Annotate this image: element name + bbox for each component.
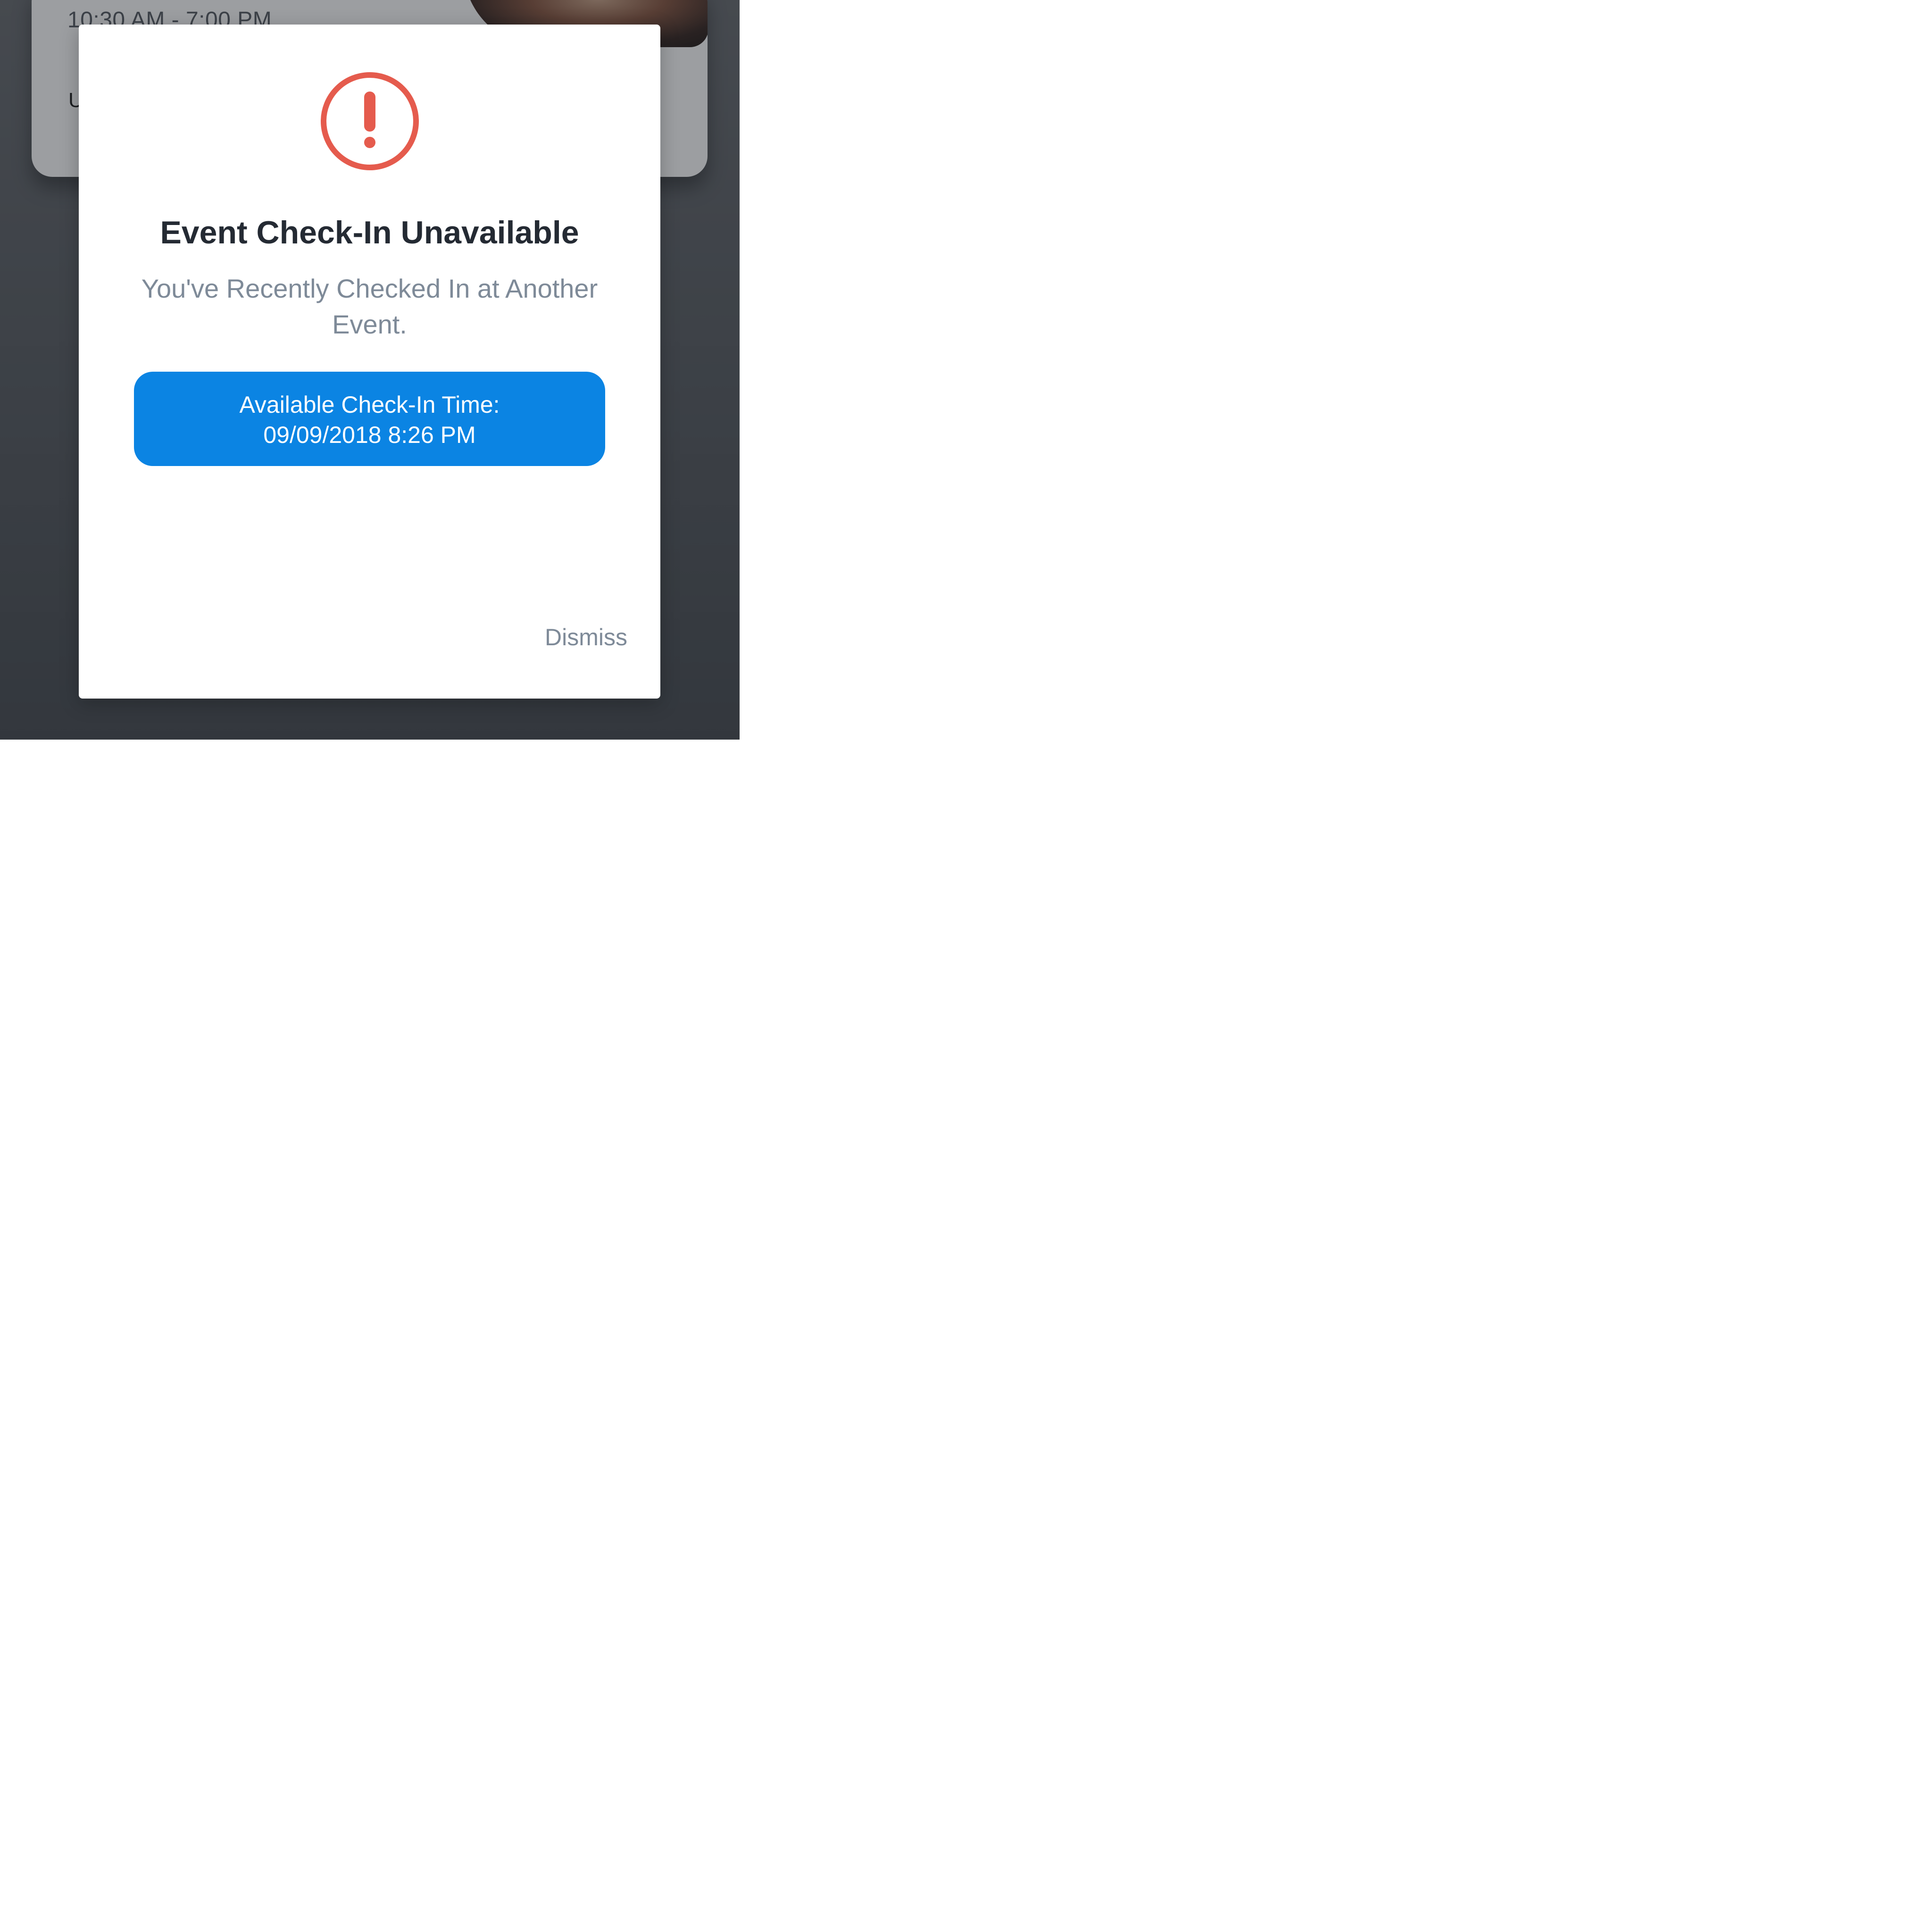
available-checkin-time-button[interactable]: Available Check-In Time: 09/09/2018 8:26… xyxy=(134,372,605,466)
dismiss-button[interactable]: Dismiss xyxy=(545,624,627,651)
app-screen: 10:30 AM - 7:00 PM U Event Check-In Unav… xyxy=(0,0,740,740)
checkin-time-value: 09/09/2018 8:26 PM xyxy=(263,422,476,448)
dialog-title: Event Check-In Unavailable xyxy=(160,215,579,250)
checkin-unavailable-dialog: Event Check-In Unavailable You've Recent… xyxy=(79,25,660,699)
checkin-time-label: Available Check-In Time: xyxy=(239,391,500,418)
exclamation-circle-icon xyxy=(321,72,419,170)
dialog-subtitle: You've Recently Checked In at Another Ev… xyxy=(141,274,598,339)
